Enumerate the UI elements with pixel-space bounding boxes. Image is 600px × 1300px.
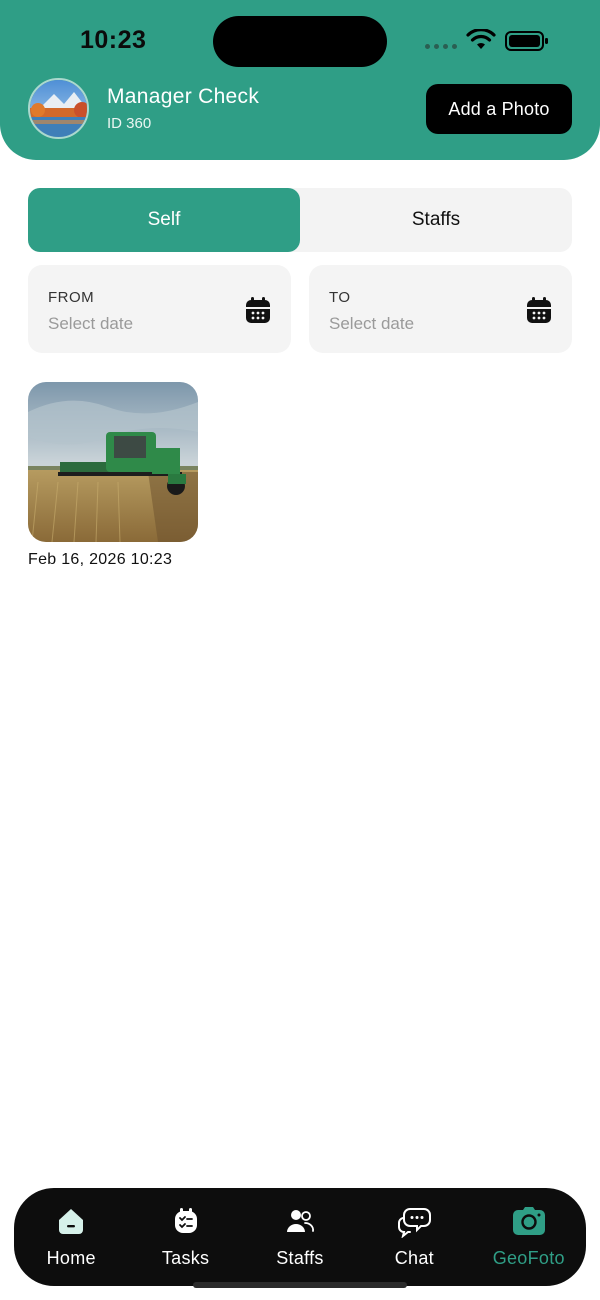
home-icon [59,1209,84,1234]
dynamic-island [213,16,387,67]
staffs-icon [286,1210,314,1232]
photo-card[interactable]: Feb 16, 2026 10:23 [28,382,198,569]
status-time: 10:23 [80,26,147,54]
app-header: 10:23 Manager Check ID 360 Add a Photo [0,0,600,160]
tab-geofoto-label: GeoFoto [492,1248,565,1268]
from-date-placeholder: Select date [48,314,134,333]
add-photo-button[interactable]: Add a Photo [426,84,572,134]
avatar-landscape-image [30,80,87,137]
photo-thumbnail[interactable] [28,382,198,542]
calendar-icon[interactable] [245,296,271,324]
tab-chat[interactable]: Chat [357,1188,471,1286]
tab-staffs[interactable]: Staffs [243,1188,357,1286]
bottom-tab-bar: Home Tasks Staffs Chat GeoFoto [14,1188,586,1286]
cellular-signal-icon [425,44,457,49]
to-label: TO [329,289,351,306]
segment-staffs[interactable]: Staffs [300,188,572,252]
camera-icon [512,1207,545,1235]
to-date-field[interactable]: TO Select date [309,265,572,353]
segment-self[interactable]: Self [28,188,300,252]
profile-id: ID 360 [107,115,152,132]
photo-timestamp: Feb 16, 2026 10:23 [28,551,173,568]
tab-tasks[interactable]: Tasks [128,1188,242,1286]
to-date-placeholder: Select date [329,314,415,333]
wifi-icon [466,29,496,49]
tab-home[interactable]: Home [14,1188,128,1286]
from-date-field[interactable]: FROM Select date [28,265,291,353]
status-bar: 10:23 [0,0,600,80]
tasks-icon [174,1208,197,1233]
tab-geofoto[interactable]: GeoFoto [472,1188,586,1286]
home-indicator [193,1282,407,1288]
view-segment-control: Self Staffs [28,188,572,252]
avatar[interactable] [28,78,89,139]
from-label: FROM [48,289,95,306]
calendar-icon[interactable] [526,296,552,324]
tab-tasks-label: Tasks [161,1248,210,1268]
profile-name: Manager Check [107,85,260,108]
tab-staffs-label: Staffs [276,1248,324,1268]
battery-icon [505,31,548,51]
tab-home-label: Home [46,1248,96,1268]
tab-chat-label: Chat [394,1248,434,1268]
chat-icon [398,1208,432,1238]
